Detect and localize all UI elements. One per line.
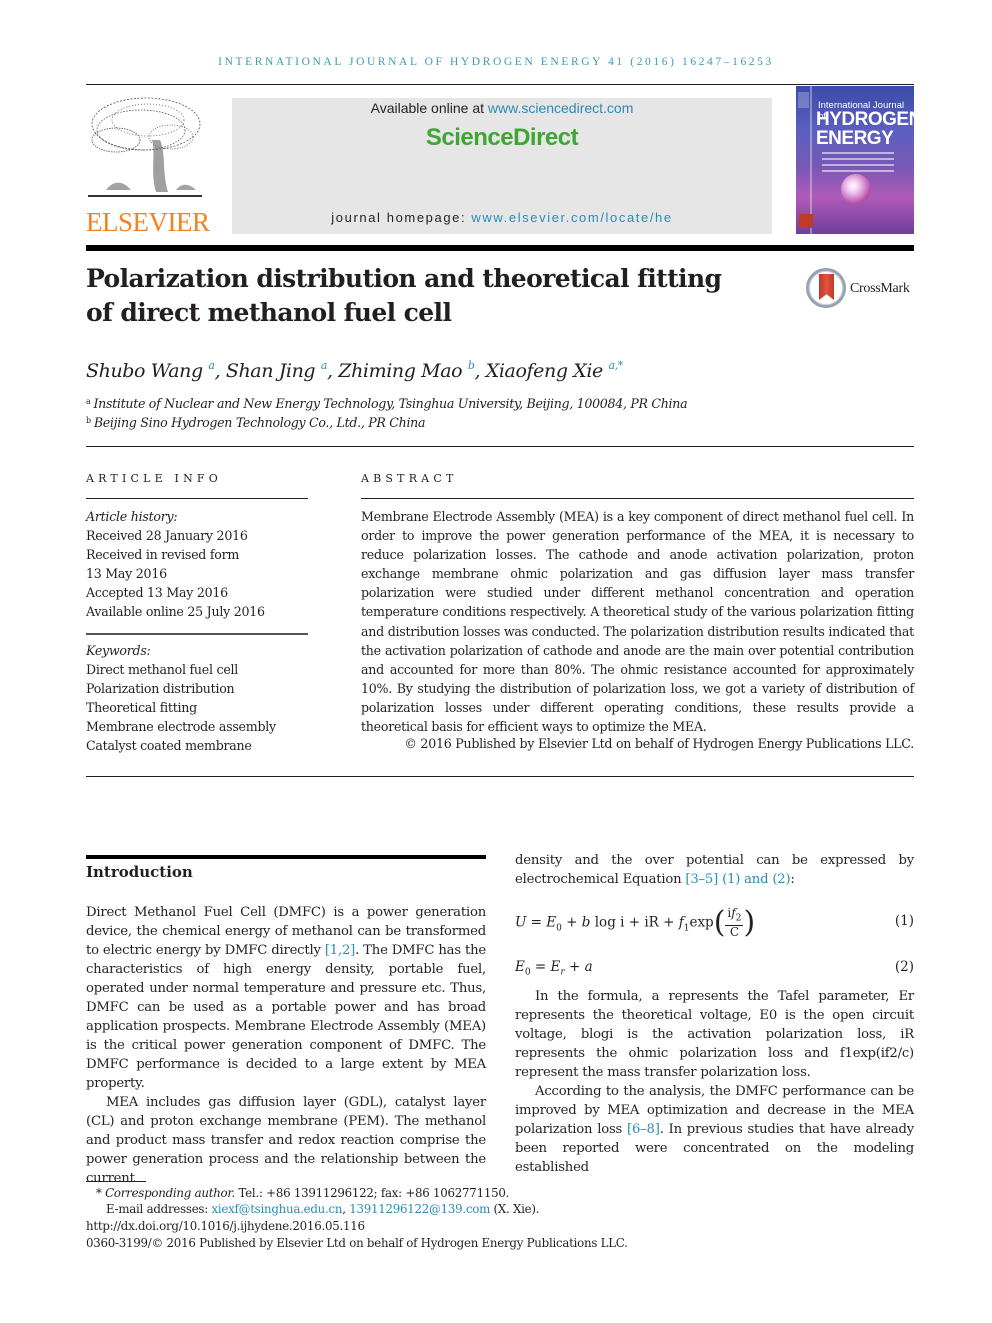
affiliation-marker[interactable]: b (468, 359, 475, 372)
keyword: Polarization distribution (86, 681, 235, 697)
equation-link[interactable]: (1) and (2) (722, 872, 791, 887)
abstract-heading: ABSTRACT (361, 472, 458, 485)
citation-link[interactable]: [6–8] (627, 1122, 660, 1137)
citation-link[interactable]: [3–5] (685, 872, 718, 887)
history-item: Available online 25 July 2016 (86, 604, 265, 620)
email-link[interactable]: xiexf@tsinghua.edu.cn (211, 1202, 342, 1216)
cover-journal-title: HYDROGEN ENERGY (816, 109, 914, 149)
abstract-text: Membrane Electrode Assembly (MEA) is a k… (361, 509, 914, 735)
equation-number: (2) (894, 959, 914, 975)
divider (86, 446, 914, 447)
keywords: Keywords: Direct methanol fuel cell Pola… (86, 641, 276, 756)
elsevier-wordmark: ELSEVIER (86, 207, 210, 237)
cover-badge (799, 214, 813, 228)
intro-right-column-top: density and the over potential can be ex… (515, 851, 914, 889)
cover-editors (822, 152, 894, 176)
keyword: Theoretical fitting (86, 700, 197, 716)
header-divider (86, 245, 914, 251)
keyword: Membrane electrode assembly (86, 719, 276, 735)
history-item: 13 May 2016 (86, 566, 167, 582)
running-head: INTERNATIONAL JOURNAL OF HYDROGEN ENERGY… (218, 56, 774, 68)
affiliation: b Beijing Sino Hydrogen Technology Co., L… (86, 415, 426, 430)
footnote-rule (86, 1181, 146, 1182)
article-title: Polarization distribution and theoretica… (86, 264, 722, 327)
affiliation-marker[interactable]: a,* (609, 359, 624, 372)
cover-orb-graphic (841, 174, 871, 204)
intro-left-column: Direct Methanol Fuel Cell (DMFC) is a po… (86, 903, 486, 1188)
equation-number: (1) (894, 913, 914, 929)
section-heading: Introduction (86, 863, 193, 881)
journal-homepage: journal homepage: www.elsevier.com/locat… (331, 210, 673, 225)
article-info-heading: ARTICLE INFO (86, 472, 222, 485)
sciencedirect-logo[interactable]: ScienceDirect (232, 124, 772, 152)
author[interactable]: Xiaofeng Xie (486, 360, 604, 382)
journal-homepage-link[interactable]: www.elsevier.com/locate/he (471, 210, 672, 225)
paragraph: MEA includes gas diffusion layer (GDL), … (86, 1095, 486, 1186)
author[interactable]: Shubo Wang (86, 360, 203, 382)
divider (86, 84, 914, 85)
equation-1: U = E0 + b log i + iR + f1exp(if2 C) (1) (515, 905, 914, 941)
elsevier-tree-icon (88, 97, 202, 197)
abstract-copyright: © 2016 Published by Elsevier Ltd on beha… (404, 736, 914, 751)
divider (361, 498, 914, 499)
masthead: Available online at www.sciencedirect.co… (232, 98, 772, 234)
elsevier-logo[interactable]: ELSEVIER (86, 92, 210, 238)
keyword: Catalyst coated membrane (86, 738, 252, 754)
doi-link[interactable]: http://dx.doi.org/10.1016/j.ijhydene.201… (86, 1219, 365, 1233)
history-item: Received 28 January 2016 (86, 528, 248, 544)
corresponding-author-note: * Corresponding author. Tel.: +86 139112… (96, 1186, 510, 1200)
paragraph: Direct Methanol Fuel Cell (DMFC) is a po… (86, 905, 486, 1091)
history-item: Accepted 13 May 2016 (86, 585, 228, 601)
email-link[interactable]: 13911296122@139.com (349, 1202, 490, 1216)
cover-elsevier-mark (798, 92, 809, 108)
crossmark-button[interactable]: CrossMark (806, 268, 918, 312)
affiliation: a Institute of Nuclear and New Energy Tec… (86, 396, 688, 411)
paragraph: According to the analysis, the DMFC perf… (515, 1084, 914, 1175)
email-note: E-mail addresses: xiexf@tsinghua.edu.cn,… (106, 1202, 540, 1216)
intro-right-column-bottom: In the formula, a represents the Tafel p… (515, 987, 914, 1177)
paragraph: In the formula, a represents the Tafel p… (515, 989, 914, 1080)
affiliation-marker[interactable]: a (208, 359, 215, 372)
author[interactable]: Shan Jing (226, 360, 316, 382)
equation-2: E0 = Er + a (2) (515, 959, 914, 978)
sciencedirect-link[interactable]: www.sciencedirect.com (488, 100, 634, 116)
divider (86, 776, 914, 777)
issn-copyright: 0360-3199/© 2016 Published by Elsevier L… (86, 1236, 628, 1250)
journal-cover[interactable]: International Journal of HYDROGEN ENERGY (796, 86, 914, 234)
article-history: Article history: Received 28 January 201… (86, 507, 265, 622)
citation-link[interactable]: [1,2] (325, 943, 355, 958)
author-list: Shubo Wang a, Shan Jing a, Zhiming Mao b… (86, 359, 623, 382)
history-item: Received in revised form (86, 547, 240, 563)
paragraph: density and the over potential can be ex… (515, 853, 914, 887)
divider (86, 498, 308, 499)
section-rule (86, 855, 486, 859)
cover-stripe (810, 86, 812, 234)
author[interactable]: Zhiming Mao (338, 360, 462, 382)
available-online: Available online at www.sciencedirect.co… (370, 100, 634, 116)
affiliation-marker[interactable]: a (321, 359, 328, 372)
keyword: Direct methanol fuel cell (86, 662, 239, 678)
divider (86, 633, 308, 635)
